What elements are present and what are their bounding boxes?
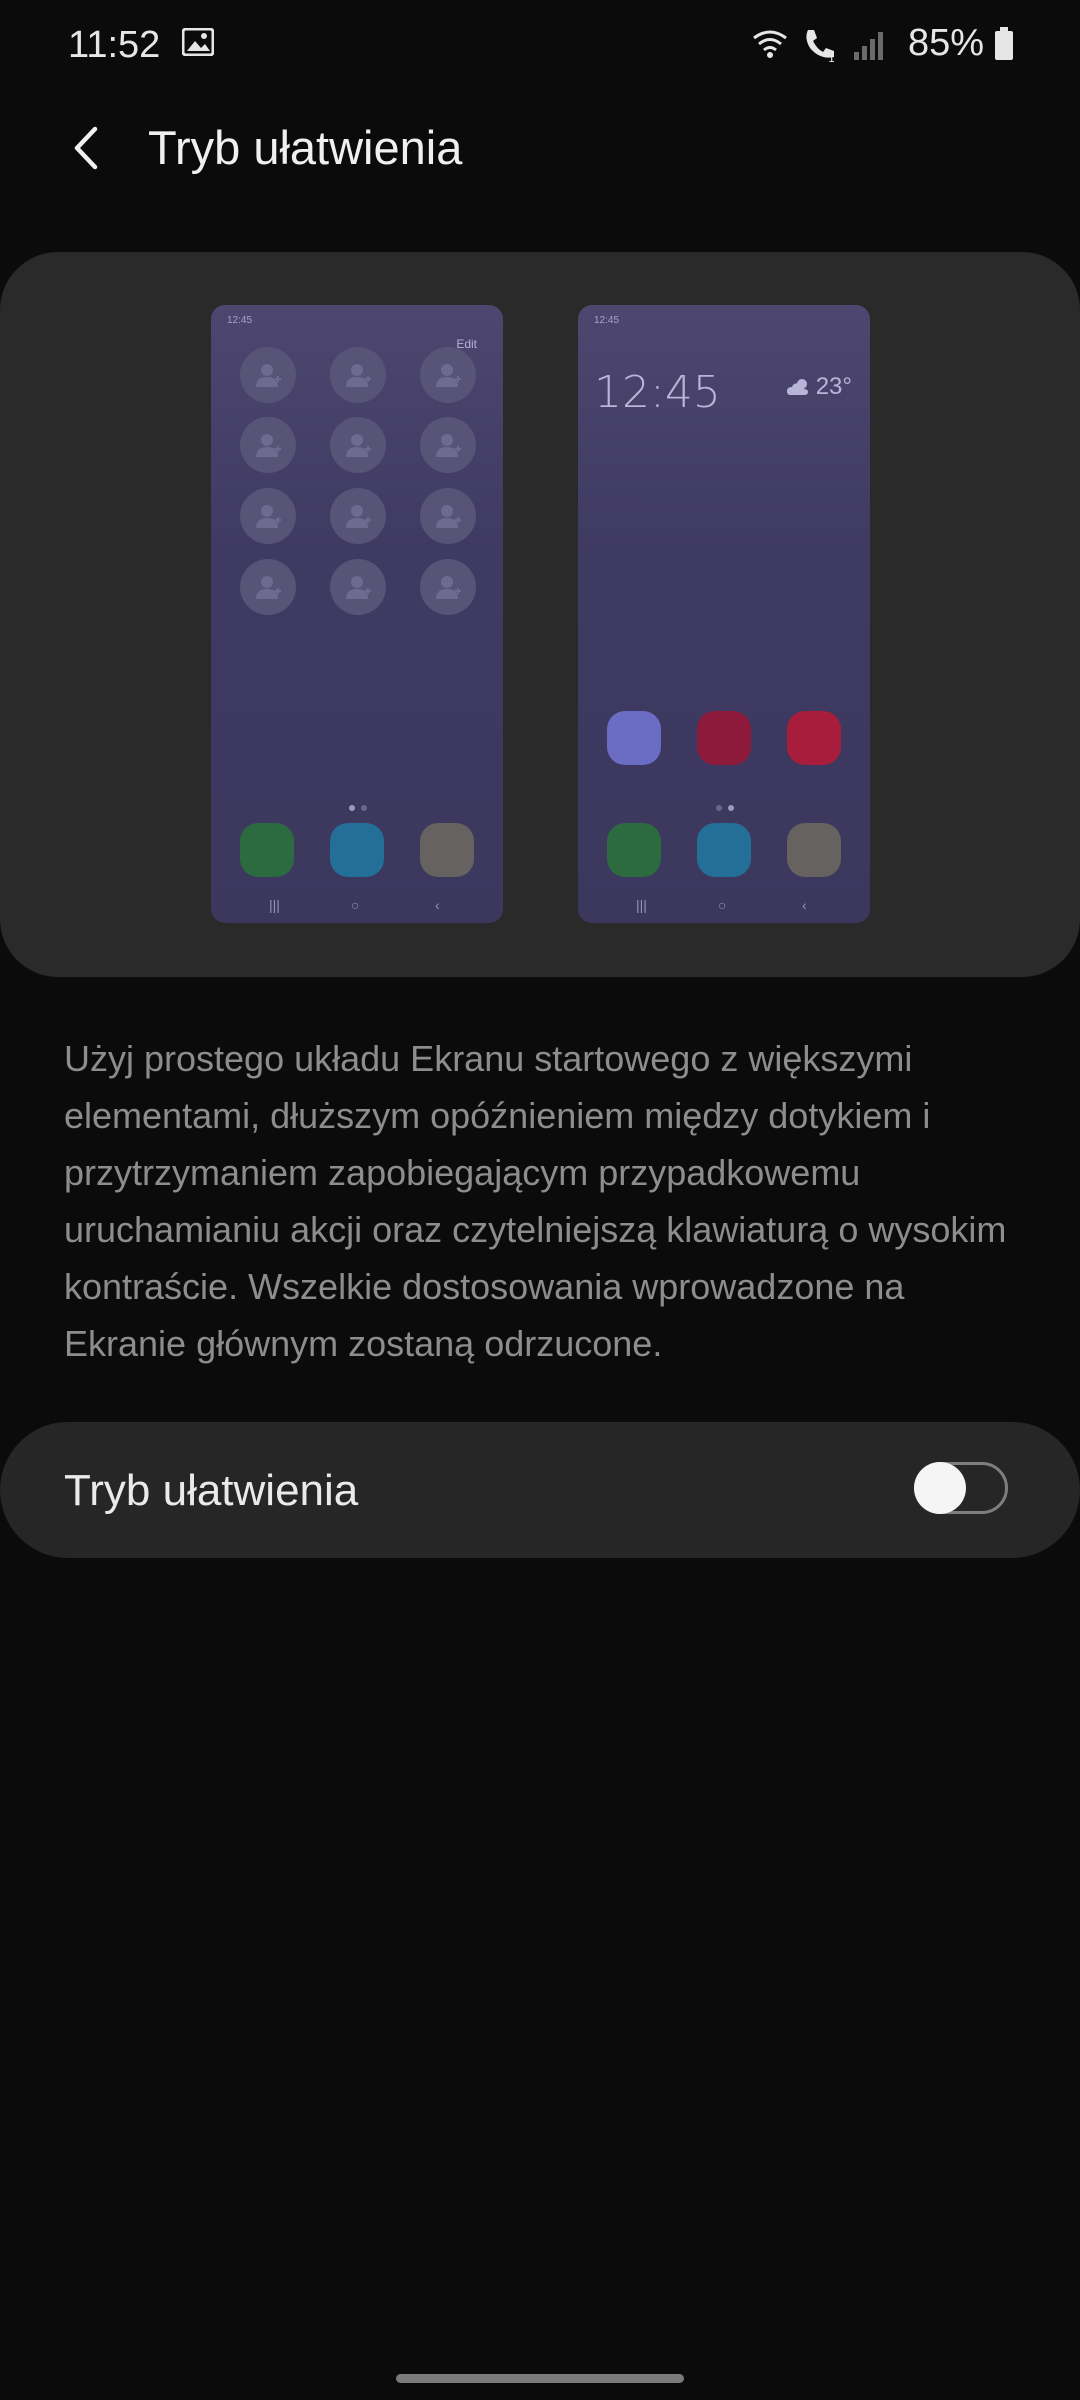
app-icon-blue [697,823,751,877]
preview-phone-contacts: 12:45 Edit ||| ○ ‹ [211,305,503,923]
contact-placeholder-icon [330,347,386,403]
contact-placeholder-icon [420,488,476,544]
contact-placeholder-icon [240,347,296,403]
app-icon-red [787,711,841,765]
preview-temperature: 23° [815,373,852,400]
status-time: 11:52 [68,24,161,66]
gallery-icon [182,28,214,56]
mode-description: Użyj prostego układu Ekranu startowego z… [64,1038,1007,1364]
preview-phone-home: 12:45 12:45 23° ||| ○ ‹ [578,305,870,923]
preview-card: 12:45 Edit ||| ○ ‹ 12:45 12:45 23° ||| ○… [0,252,1080,977]
contact-placeholder-icon [240,488,296,544]
back-nav-icon: ‹ [802,897,807,913]
page-title: Tryb ułatwienia [148,121,463,174]
app-icon-green [240,823,294,877]
back-nav-icon: ‹ [435,897,440,913]
preview-status-time: 12:45 [227,315,253,326]
contact-placeholder-icon [240,417,296,473]
page-indicator [716,805,734,811]
recents-nav-icon: ||| [636,897,647,913]
battery-percent: 85% [907,22,984,64]
svg-text:1: 1 [828,52,835,64]
contact-placeholder-icon [420,347,476,403]
home-nav-icon: ○ [351,897,360,913]
switch-knob [914,1462,966,1514]
recents-nav-icon: ||| [269,897,280,913]
easy-mode-toggle-row[interactable]: Tryb ułatwienia [0,1422,1080,1558]
contact-placeholder-icon [330,559,386,615]
page-dot [728,805,734,811]
page-dot [349,805,355,811]
gesture-navigation-handle[interactable] [396,2374,684,2383]
contact-placeholder-icon [420,417,476,473]
page-dot [361,805,367,811]
back-button[interactable] [56,118,116,178]
app-icon-blue [330,823,384,877]
wifi-icon [753,30,787,58]
chevron-left-icon [74,126,98,170]
contact-placeholder-icon [420,559,476,615]
page-dot [716,805,722,811]
page-indicator [349,805,367,811]
app-bar: Tryb ułatwienia [0,110,1080,190]
status-icons: 1 85% [750,22,1014,65]
contact-placeholder-icon [240,559,296,615]
app-icon-crimson [697,711,751,765]
app-icon-gray [787,823,841,877]
status-bar: 11:52 1 85% [0,0,1080,92]
preview-weather: 23° [786,373,852,401]
battery-icon [995,26,1013,60]
preview-status-time: 12:45 [594,315,620,326]
cloud-sun-icon [786,379,808,395]
signal-icon [853,31,883,60]
contact-placeholder-icon [330,417,386,473]
preview-clock: 12:45 [594,367,721,418]
home-nav-icon: ○ [718,897,727,913]
app-icon-green [607,823,661,877]
app-icon-gray [420,823,474,877]
app-icon-periwinkle [607,711,661,765]
wifi-call-icon: 1 [806,29,835,64]
contact-placeholder-icon [330,488,386,544]
toggle-label: Tryb ułatwienia [64,1466,359,1515]
easy-mode-switch[interactable] [914,1462,1008,1514]
